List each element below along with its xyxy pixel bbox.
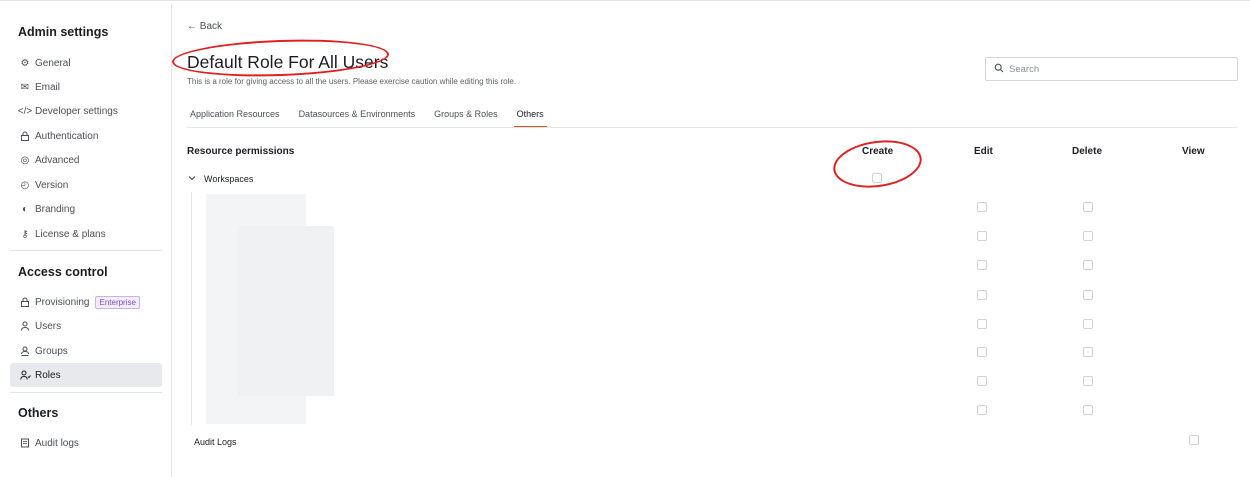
child-delete-checkbox[interactable] bbox=[1083, 376, 1093, 386]
child-delete-checkbox[interactable] bbox=[1083, 319, 1093, 329]
sidebar-item-label: Groups bbox=[35, 345, 68, 357]
redacted-area bbox=[238, 226, 334, 396]
tab-datasources-environments[interactable]: Datasources & Environments bbox=[296, 104, 419, 128]
user-icon bbox=[18, 321, 32, 331]
child-edit-checkbox[interactable] bbox=[977, 376, 987, 386]
sidebar-item-groups[interactable]: Groups bbox=[10, 339, 162, 363]
top-border bbox=[0, 0, 1250, 4]
column-header-edit: Edit bbox=[974, 146, 993, 157]
sidebar-item-label: Advanced bbox=[35, 154, 80, 166]
sidebar-item-label: Users bbox=[35, 320, 62, 332]
row-label-workspaces: Workspaces bbox=[204, 174, 254, 184]
annotation-circle-title bbox=[171, 36, 390, 80]
child-delete-checkbox[interactable] bbox=[1083, 260, 1093, 270]
sidebar-item-license-plans[interactable]: ⚷ License & plans bbox=[10, 222, 162, 246]
sidebar-item-label: General bbox=[35, 57, 71, 69]
child-edit-checkbox[interactable] bbox=[977, 231, 987, 241]
group-icon bbox=[18, 346, 32, 356]
sidebar-item-branding[interactable]: ◐ Branding bbox=[10, 197, 162, 221]
sidebar-item-authentication[interactable]: Authentication bbox=[10, 124, 162, 148]
sidebar-item-users[interactable]: Users bbox=[10, 314, 162, 338]
tab-bar: Application Resources Datasources & Envi… bbox=[187, 104, 560, 128]
search-input[interactable] bbox=[1009, 63, 1209, 75]
child-edit-checkbox[interactable] bbox=[977, 202, 987, 212]
document-icon bbox=[18, 438, 32, 448]
sidebar-item-email[interactable]: ✉ Email bbox=[10, 75, 162, 99]
sidebar-item-label: Email bbox=[35, 81, 61, 93]
sidebar-item-advanced[interactable]: ◎ Advanced bbox=[10, 148, 162, 172]
column-header-resource-permissions: Resource permissions bbox=[187, 146, 295, 157]
page-subtitle: This is a role for giving access to all … bbox=[187, 77, 517, 86]
lock-icon bbox=[18, 297, 32, 307]
annotation-circle-create bbox=[830, 135, 925, 193]
search-icon bbox=[994, 63, 1004, 76]
chevron-down-icon[interactable] bbox=[188, 174, 196, 183]
tree-line bbox=[191, 192, 192, 425]
roles-icon bbox=[18, 370, 32, 380]
child-edit-checkbox[interactable] bbox=[977, 347, 987, 357]
column-header-delete: Delete bbox=[1072, 146, 1103, 157]
child-delete-checkbox[interactable] bbox=[1083, 231, 1093, 241]
search-box[interactable] bbox=[985, 57, 1238, 81]
child-edit-checkbox[interactable] bbox=[977, 405, 987, 415]
sidebar-item-general[interactable]: ⚙ General bbox=[10, 51, 162, 75]
section-title-admin-settings: Admin settings bbox=[18, 25, 109, 39]
sidebar-item-label: Branding bbox=[35, 203, 76, 215]
audit-logs-view-checkbox[interactable] bbox=[1189, 435, 1199, 445]
child-delete-checkbox[interactable] bbox=[1083, 202, 1093, 212]
lock-icon bbox=[18, 131, 32, 141]
section-title-others: Others bbox=[18, 406, 59, 420]
sidebar-item-version[interactable]: ◴ Version bbox=[10, 173, 162, 197]
sidebar-item-label: Developer settings bbox=[35, 105, 118, 117]
mail-icon: ✉ bbox=[20, 81, 30, 93]
column-header-view: View bbox=[1182, 146, 1205, 157]
palette-icon: ◐ bbox=[21, 203, 29, 215]
gear-icon: ⚙ bbox=[20, 57, 30, 69]
child-edit-checkbox[interactable] bbox=[977, 319, 987, 329]
clock-icon: ◴ bbox=[20, 179, 30, 191]
key-icon: ⚷ bbox=[21, 228, 29, 240]
sidebar-divider bbox=[10, 392, 162, 393]
child-edit-checkbox[interactable] bbox=[977, 260, 987, 270]
back-link[interactable]: ← Back bbox=[187, 21, 222, 32]
sidebar-item-label: Provisioning bbox=[35, 296, 90, 308]
child-delete-checkbox[interactable] bbox=[1083, 347, 1093, 357]
section-title-access-control: Access control bbox=[18, 265, 108, 279]
tab-others[interactable]: Others bbox=[513, 104, 547, 128]
advanced-icon: ◎ bbox=[20, 154, 30, 166]
tab-application-resources[interactable]: Application Resources bbox=[187, 104, 283, 128]
code-icon: </> bbox=[17, 105, 33, 117]
tabs-divider bbox=[187, 127, 1237, 128]
sidebar-item-provisioning[interactable]: Provisioning Enterprise bbox=[10, 290, 162, 314]
sidebar-item-label: License & plans bbox=[35, 228, 106, 240]
enterprise-badge: Enterprise bbox=[95, 295, 140, 309]
row-label-audit-logs: Audit Logs bbox=[194, 437, 237, 447]
sidebar: Admin settings ⚙ General ✉ Email </> Dev… bbox=[0, 4, 172, 477]
sidebar-item-audit-logs[interactable]: Audit logs bbox=[10, 431, 162, 455]
sidebar-divider bbox=[10, 250, 162, 251]
sidebar-item-label: Audit logs bbox=[35, 437, 79, 449]
child-edit-checkbox[interactable] bbox=[977, 290, 987, 300]
child-delete-checkbox[interactable] bbox=[1083, 290, 1093, 300]
sidebar-item-roles[interactable]: Roles bbox=[10, 363, 162, 387]
child-delete-checkbox[interactable] bbox=[1083, 405, 1093, 415]
tab-groups-roles[interactable]: Groups & Roles bbox=[431, 104, 501, 128]
sidebar-item-label: Authentication bbox=[35, 130, 99, 142]
sidebar-item-label: Roles bbox=[35, 369, 61, 381]
sidebar-item-label: Version bbox=[35, 179, 69, 191]
sidebar-item-developer-settings[interactable]: </> Developer settings bbox=[10, 99, 162, 123]
